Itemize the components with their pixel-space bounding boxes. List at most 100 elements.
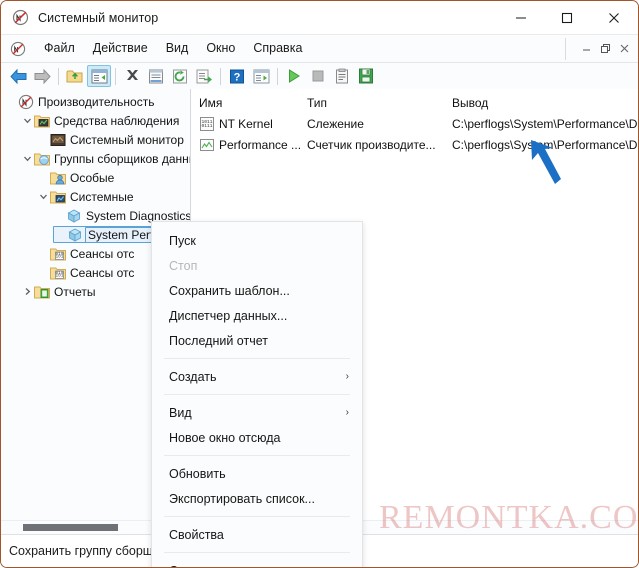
menu-help[interactable]: Справка [244,38,311,59]
toolbar-separator [58,67,59,85]
tree-item-label: Особые [70,170,115,185]
context-new-window-from-here[interactable]: Новое окно отсюда [152,425,362,450]
svg-text:0111: 0111 [201,123,212,129]
monitoring-tools-folder-icon [34,113,50,129]
context-help[interactable]: Справка [152,558,362,568]
tree-item-system-monitor[interactable]: Системный монитор [1,130,190,149]
cell-type: Счетчик производите... [307,137,436,152]
cell-type: Слежение [307,116,364,131]
context-menu-item-label: Экспортировать список... [169,491,315,506]
chevron-down-icon[interactable] [21,114,34,127]
context-save-template[interactable]: Сохранить шаблон... [152,278,362,303]
toolbar-separator [277,67,278,85]
chevron-down-icon[interactable] [21,152,34,165]
save-template-icon[interactable] [354,65,378,87]
mdi-restore-button[interactable] [596,39,615,58]
tree-item-label: Системный монитор [70,132,184,147]
toolbar-separator [220,67,221,85]
table-row[interactable]: 1011 0111 NT Kernel Слежение C:\perflogs\Sys… [191,113,638,134]
delete-icon[interactable] [120,65,144,87]
tree-item-label: Средства наблюдения [54,113,180,128]
refresh-icon[interactable] [168,65,192,87]
tree-scroll-thumb[interactable] [23,524,118,531]
help-icon[interactable]: ? [225,65,249,87]
cell-output: C:\perflogs\System\Performance\DM [452,116,638,131]
tree-item-label: Отчеты [54,284,96,299]
column-header-output[interactable]: Вывод [451,96,638,110]
collector-set-icon [66,208,82,224]
tree-item-label: Производительность [38,94,155,109]
trace-session-icon: 101 010 [50,246,66,262]
new-window-icon[interactable] [249,65,273,87]
context-export-list[interactable]: Экспортировать список... [152,486,362,511]
minimize-button[interactable] [498,1,544,34]
context-menu-item-label: Новое окно отсюда [169,430,281,445]
tree-item-label: Группы сборщиков данных [54,151,191,166]
system-folder-icon [50,189,66,205]
context-menu-item-label: Создать [169,369,217,384]
context-menu-item-label: Сохранить шаблон... [169,283,290,298]
forward-icon[interactable] [30,65,54,87]
context-menu-item-label: Вид [169,405,192,420]
mdi-app-icon [10,41,26,57]
system-monitor-window: Системный монитор Файл Действие Вид Окно [0,0,639,568]
properties-icon[interactable] [144,65,168,87]
back-icon[interactable] [6,65,30,87]
column-header-type[interactable]: Тип [306,96,451,110]
mdi-close-button[interactable] [615,39,634,58]
chevron-right-icon: › [345,407,349,418]
title-bar: Системный монитор [1,1,638,35]
close-button[interactable] [590,1,638,34]
context-data-manager[interactable]: Диспетчер данных... [152,303,362,328]
up-folder-icon[interactable] [63,65,87,87]
chevron-right-icon[interactable] [21,285,34,298]
context-properties[interactable]: Свойства [152,522,362,547]
context-menu-item-label: Свойства [169,527,224,542]
menu-view[interactable]: Вид [157,38,198,59]
cell-name-label: NT Kernel [219,116,273,131]
context-new[interactable]: Создать › [152,364,362,389]
tree-item-label: Системные [70,189,134,204]
menu-action[interactable]: Действие [84,38,157,59]
maximize-button[interactable] [544,1,590,34]
context-view[interactable]: Вид › [152,400,362,425]
column-header-name[interactable]: Имя [191,96,306,110]
toolbar-separator [115,67,116,85]
context-menu-separator [164,358,350,359]
window-title: Системный монитор [38,10,159,25]
context-menu-item-label: Диспетчер данных... [169,308,288,323]
performance-monitor-icon [12,9,29,26]
tree-item-performance[interactable]: Производительность [1,92,190,111]
context-menu: Пуск Стоп Сохранить шаблон... Диспетчер дан… [151,221,363,568]
context-start[interactable]: Пуск [152,228,362,253]
context-latest-report[interactable]: Последний отчет [152,328,362,353]
table-row[interactable]: Performance ... Счетчик производите... C:\… [191,134,638,155]
context-menu-item-label: Обновить [169,466,226,481]
menu-window[interactable]: Окно [197,38,244,59]
listview-header: Имя Тип Вывод [191,89,638,113]
data-collector-folder-icon [34,151,50,167]
menu-bar: Файл Действие Вид Окно Справка [1,35,638,63]
tree-item-user-defined[interactable]: Особые [1,168,190,187]
context-refresh[interactable]: Обновить [152,461,362,486]
tree-item-monitoring-tools[interactable]: Средства наблюдения [1,111,190,130]
data-manager-icon[interactable] [330,65,354,87]
tree-item-data-collector-sets[interactable]: Группы сборщиков данных [1,149,190,168]
tree-item-system[interactable]: Системные [1,187,190,206]
toolbar: ? [1,63,638,90]
stop-icon[interactable] [306,65,330,87]
start-icon[interactable] [282,65,306,87]
export-list-icon[interactable] [192,65,216,87]
collector-set-icon [67,227,83,243]
menu-file[interactable]: Файл [35,38,84,59]
context-menu-separator [164,516,350,517]
performance-counter-icon [199,137,215,153]
mdi-minimize-button[interactable] [577,39,596,58]
show-console-tree-icon[interactable] [87,65,111,87]
system-monitor-icon [50,132,66,148]
chevron-down-icon[interactable] [37,190,50,203]
cell-name: Performance ... [191,137,306,153]
